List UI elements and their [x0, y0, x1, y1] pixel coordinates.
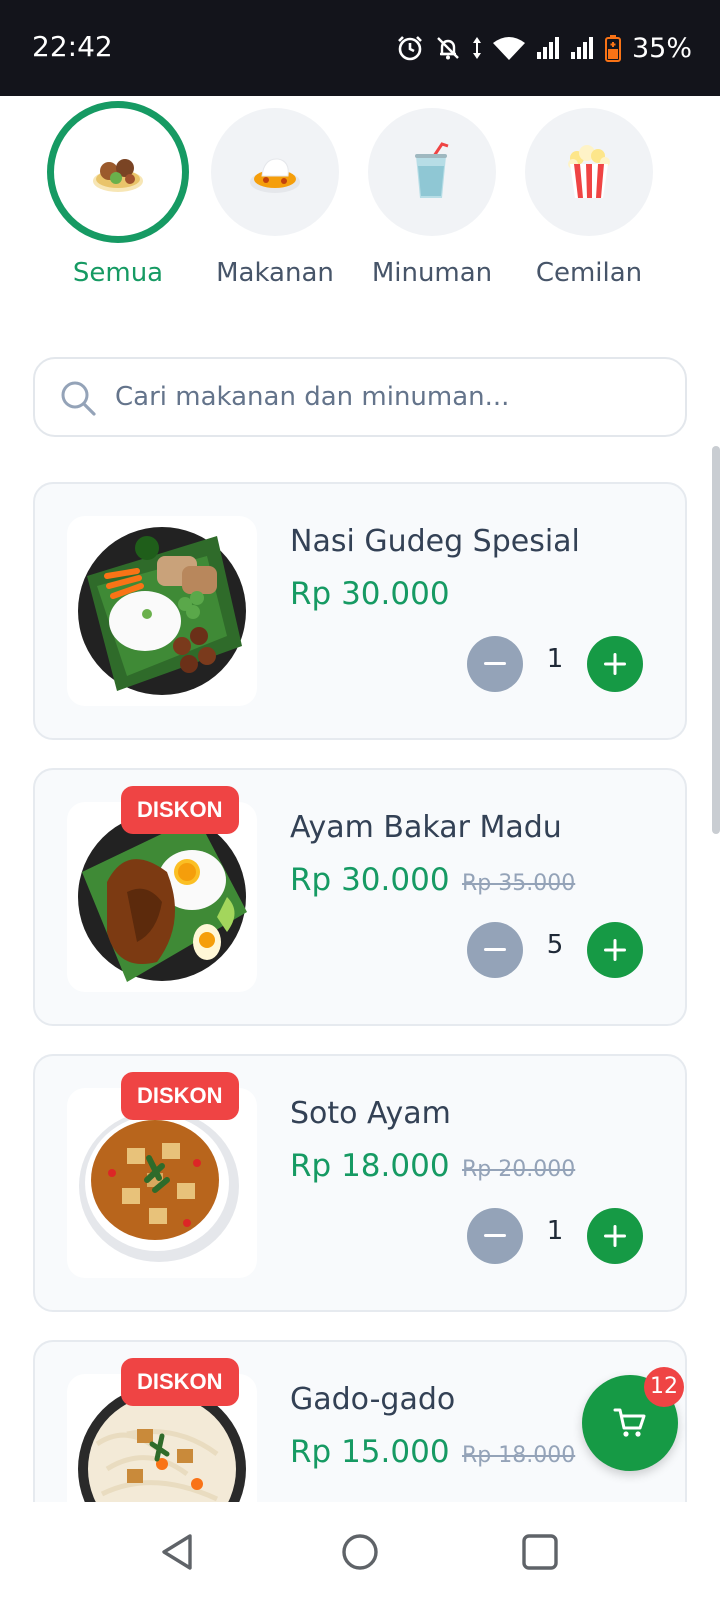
product-name: Gado-gado	[290, 1382, 456, 1417]
increase-quantity-button[interactable]	[587, 636, 643, 692]
quantity-value: 5	[546, 930, 564, 960]
category-label: Minuman	[371, 258, 493, 288]
recents-icon[interactable]	[520, 1532, 560, 1572]
cart-count-badge: 12	[644, 1367, 684, 1407]
decrease-quantity-button[interactable]	[467, 636, 523, 692]
category-label: Semua	[72, 258, 164, 288]
price-row: Rp 15.000 Rp 18.000	[290, 1434, 575, 1470]
back-icon[interactable]	[158, 1532, 198, 1572]
category-minuman[interactable]: Minuman	[360, 108, 504, 288]
discount-badge: DISKON	[121, 786, 239, 834]
minus-icon	[484, 662, 506, 665]
product-card: DISKON Soto Ayam Rp 18.000 Rp 20.000 1	[33, 1054, 687, 1312]
signal-icon	[570, 37, 593, 59]
quantity-value: 1	[546, 644, 564, 674]
plus-icon	[604, 653, 626, 675]
status-bar: 22:42 35%	[0, 0, 720, 96]
quantity-value: 1	[546, 1216, 564, 1246]
mixed-food-icon	[93, 159, 143, 192]
popcorn-icon	[568, 145, 610, 198]
notifications-off-icon	[437, 37, 459, 60]
original-price: Rp 18.000	[462, 1443, 576, 1468]
status-icons: 35%	[396, 28, 692, 68]
decrease-quantity-button[interactable]	[467, 1208, 523, 1264]
search-icon	[61, 381, 96, 416]
decrease-quantity-button[interactable]	[467, 922, 523, 978]
plus-icon	[604, 1225, 626, 1247]
battery-icon	[604, 35, 621, 62]
product-name: Nasi Gudeg Spesial	[290, 524, 580, 559]
drink-cup-icon	[415, 142, 449, 198]
category-label: Makanan	[216, 258, 334, 288]
search-input[interactable]	[115, 373, 655, 421]
price-row: Rp 30.000	[290, 576, 450, 612]
original-price: Rp 35.000	[462, 871, 576, 896]
product-list: Nasi Gudeg Spesial Rp 30.000 1 DISKON Ay…	[0, 458, 720, 1502]
clock: 22:42	[32, 30, 113, 63]
discount-badge: DISKON	[121, 1358, 239, 1406]
product-name: Ayam Bakar Madu	[290, 810, 562, 845]
product-price: Rp 30.000	[290, 862, 450, 898]
category-circle	[211, 108, 339, 236]
product-card: DISKON Ayam Bakar Madu Rp 30.000 Rp 35.0…	[33, 768, 687, 1026]
data-arrows-icon	[472, 37, 481, 59]
increase-quantity-button[interactable]	[587, 1208, 643, 1264]
search-bar[interactable]	[33, 357, 687, 437]
product-price: Rp 15.000	[290, 1434, 450, 1470]
minus-icon	[484, 948, 506, 951]
alarm-icon	[398, 36, 422, 61]
home-icon[interactable]	[340, 1532, 380, 1572]
price-row: Rp 18.000 Rp 20.000	[290, 1148, 575, 1184]
category-cemilan[interactable]: Cemilan	[517, 108, 661, 288]
product-image	[67, 516, 257, 706]
category-semua[interactable]: Semua	[46, 101, 190, 288]
category-circle	[47, 101, 189, 243]
product-card: Nasi Gudeg Spesial Rp 30.000 1	[33, 482, 687, 740]
wifi-icon	[492, 37, 525, 60]
product-price: Rp 18.000	[290, 1148, 450, 1184]
signal-icon	[536, 37, 559, 59]
product-name: Soto Ayam	[290, 1096, 451, 1131]
battery-percent: 35%	[631, 32, 692, 64]
category-circle	[525, 108, 653, 236]
increase-quantity-button[interactable]	[587, 922, 643, 978]
navigation-bar	[0, 1502, 720, 1600]
cart-button[interactable]: 12	[582, 1367, 684, 1471]
category-circle	[368, 108, 496, 236]
discount-badge: DISKON	[121, 1072, 239, 1120]
cart-icon	[613, 1408, 646, 1437]
price-row: Rp 30.000 Rp 35.000	[290, 862, 575, 898]
rice-plate-icon	[250, 158, 300, 193]
original-price: Rp 20.000	[462, 1157, 576, 1182]
product-price: Rp 30.000	[290, 576, 450, 612]
minus-icon	[484, 1234, 506, 1237]
category-label: Cemilan	[535, 258, 643, 288]
plus-icon	[604, 939, 626, 961]
category-makanan[interactable]: Makanan	[203, 108, 347, 288]
